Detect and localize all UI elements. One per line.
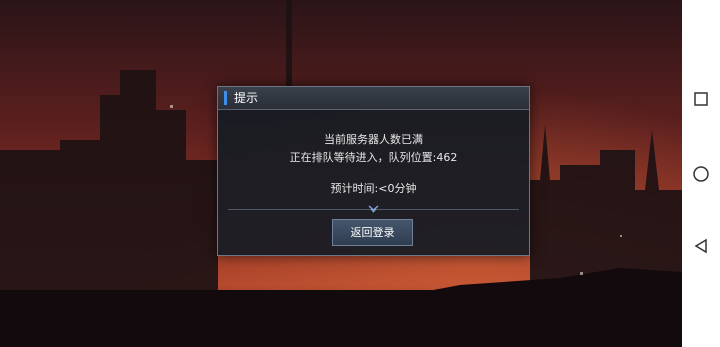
square-icon[interactable] [687,85,715,113]
chevron-down-icon [367,204,380,214]
header-accent-bar [224,91,227,105]
queue-dialog: 提示 当前服务器人数已满 正在排队等待进入，队列位置:462 预计时间:<0分钟… [217,86,530,256]
queue-position-message: 正在排队等待进入，队列位置:462 [289,151,458,164]
dialog-header: 提示 [218,87,529,110]
back-triangle-icon[interactable] [687,232,715,260]
dialog-title: 提示 [234,91,259,105]
server-full-message: 当前服务器人数已满 [324,133,423,146]
android-nav-bar [682,0,720,347]
return-to-login-button[interactable]: 返回登录 [332,219,413,246]
estimated-time-message: 预计时间:<0分钟 [330,182,417,195]
circle-icon[interactable] [687,160,715,188]
